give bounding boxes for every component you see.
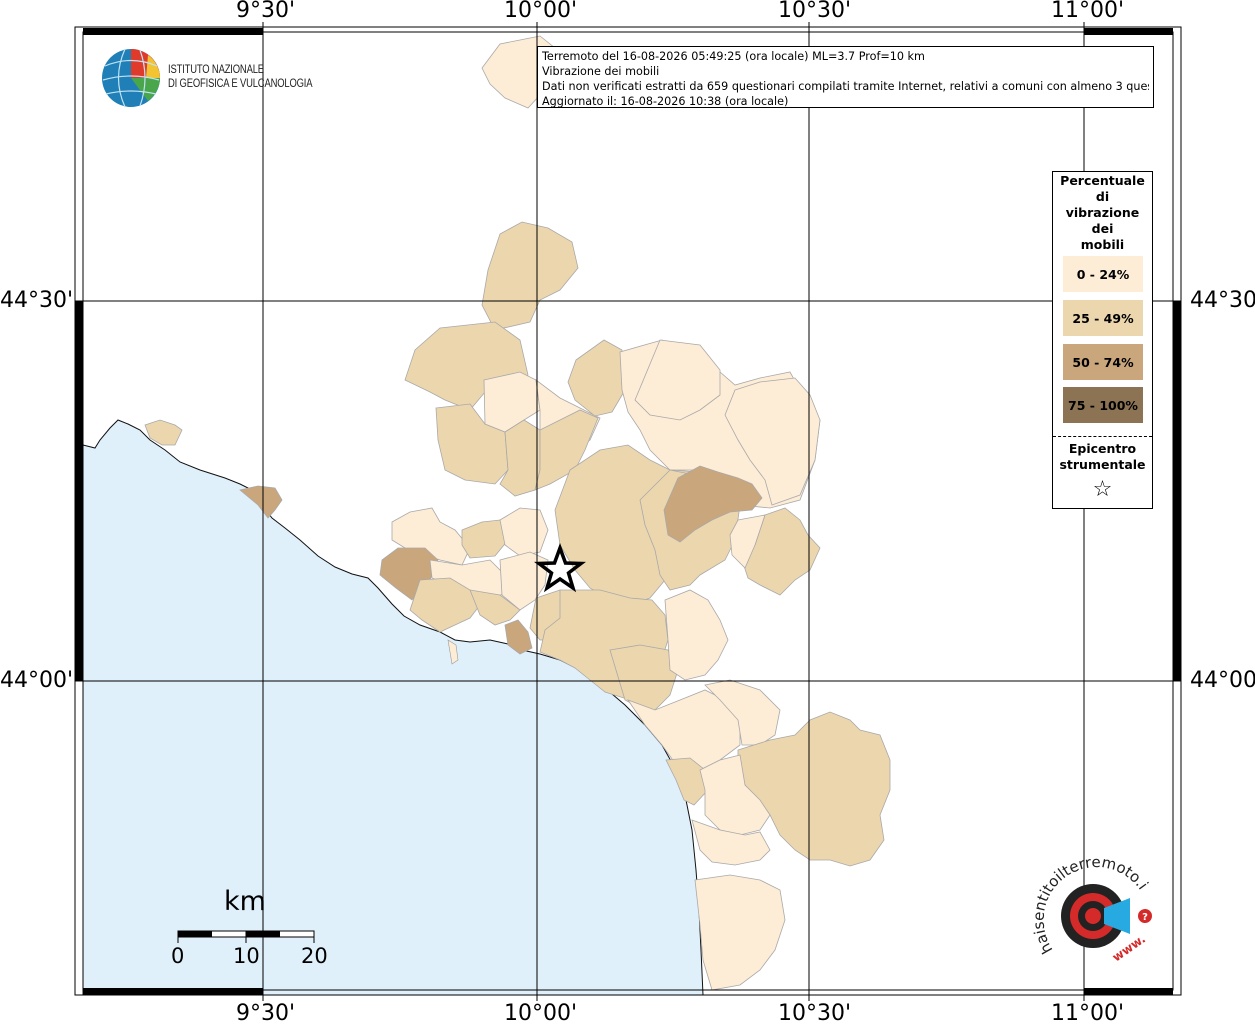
lon-label-bottom-1030: 10°30' — [778, 1001, 852, 1026]
scale-tick-0: 0 — [171, 944, 185, 968]
legend-divider — [1053, 436, 1152, 437]
scale-tick-20: 20 — [301, 944, 328, 968]
legend-class-25-49: 25 - 49% — [1063, 300, 1143, 336]
ingv-globe-icon — [102, 48, 160, 108]
lat-label-left-4400: 44°00' — [0, 668, 74, 693]
lat-label-right-4430: 44°30' — [1190, 288, 1255, 313]
updated-line: Aggiornato il: 16-08-2026 10:38 (ora loc… — [542, 95, 789, 108]
legend-class-50-74: 50 - 74% — [1063, 344, 1143, 380]
lon-label-top-1030: 10°30' — [778, 0, 852, 23]
lat-label-left-4430: 44°30' — [0, 288, 74, 313]
legend-title: Percentuale di vibrazione dei mobili — [1060, 173, 1145, 252]
legend-class-0-24: 0 - 24% — [1063, 256, 1143, 292]
parameter-line: Vibrazione dei mobili — [542, 65, 660, 78]
lon-label-bottom-930: 9°30' — [236, 1001, 296, 1026]
ingv-logo-text: ISTITUTO NAZIONALE DI GEOFISICA E VULCAN… — [168, 64, 313, 90]
event-line: Terremoto del 16-08-2026 05:49:25 (ora l… — [542, 50, 925, 63]
scale-unit-label: km — [224, 886, 266, 917]
event-info-box: Terremoto del 16-08-2026 05:49:25 (ora l… — [537, 46, 1154, 108]
lon-label-top-930: 9°30' — [236, 0, 296, 23]
lon-label-top-1100: 11°00' — [1051, 0, 1125, 23]
legend: Percentuale di vibrazione dei mobili 0 -… — [1052, 171, 1153, 509]
scale-tick-10: 10 — [233, 944, 260, 968]
legend-star-icon: ☆ — [1092, 477, 1113, 502]
legend-epicenter-label: Epicentro strumentale — [1059, 441, 1146, 472]
legend-class-75-100: 75 - 100% — [1063, 387, 1143, 423]
lon-label-bottom-1000: 10°00' — [504, 1001, 578, 1026]
lon-label-bottom-1100: 11°00' — [1051, 1001, 1125, 1026]
data-note-line: Dati non verificati estratti da 659 ques… — [542, 80, 1149, 93]
map: ? haisentitoilterremoto.it www. — [0, 0, 1182, 1001]
lat-label-right-4400: 44°00' — [1190, 668, 1255, 693]
svg-text:?: ? — [1142, 912, 1148, 923]
lon-label-top-1000: 10°00' — [504, 0, 578, 23]
